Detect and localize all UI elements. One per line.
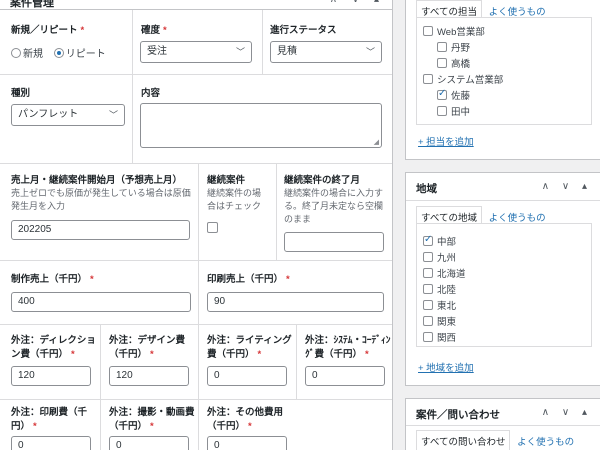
resize-grip-icon[interactable]: ◢ (374, 138, 379, 146)
add-region-link[interactable]: + 地域を追加 (418, 360, 474, 374)
out-photo-input[interactable]: 0 (109, 436, 189, 450)
out-other-input[interactable]: 0 (207, 436, 287, 450)
add-staff-link[interactable]: + 担当を追加 (418, 134, 474, 148)
continuing-end-desc: 継続案件の場合に入力する。終了月未定なら空欄のまま (284, 188, 384, 224)
out-print-label: 外注：印刷費（千 円） * (11, 407, 88, 432)
out-writing-label: 外注：ライティング 費（千円） * (207, 335, 292, 360)
sales-start-input[interactable]: 202205 (11, 220, 190, 240)
region-controls[interactable]: ∧ ∨ ▴ (542, 181, 592, 192)
kind-select[interactable]: パンフレット ﹀ (11, 104, 125, 126)
inquiry-tabs: すべての問い合わせ よく使うもの (416, 430, 578, 450)
chevron-down-icon: ﹀ (365, 47, 375, 57)
inquiry-controls[interactable]: ∧ ∨ ▴ (542, 407, 592, 418)
staff-list: Web営業部 丹野 高橋 システム営業部 佐藤 田中 (416, 17, 592, 125)
radio-repeat[interactable]: リピート (53, 48, 106, 60)
radio-new[interactable]: 新規 (11, 48, 43, 60)
out-photo-label: 外注：撮影・動画費 （千円） * (109, 407, 195, 432)
list-item[interactable]: 関東 (423, 314, 456, 328)
chevron-down-icon: ﹀ (235, 47, 245, 57)
region-list: 中部 九州 北海道 北陸 東北 関東 関西 (416, 223, 592, 347)
continuing-end-label: 継続案件の終了月 (284, 175, 361, 186)
kind-label: 種別 (11, 88, 31, 99)
new-repeat-radio-group: 新規 リピート (11, 45, 106, 60)
continuing-desc: 継続案件の場合はチェック (207, 188, 262, 211)
out-system-input[interactable]: 0 (305, 366, 385, 386)
out-print-input[interactable]: 0 (11, 436, 91, 450)
list-item[interactable]: 高橋 (437, 56, 470, 70)
inquiry-title: 案件／問い合わせ (416, 409, 500, 421)
list-item[interactable]: 九州 (423, 250, 456, 264)
certainty-select[interactable]: 受注 ﹀ (140, 41, 252, 63)
list-item[interactable]: 北海道 (423, 266, 466, 280)
out-design-label: 外注：デザイン費 （千円） * (109, 335, 186, 360)
chevron-down-icon: ﹀ (108, 110, 118, 120)
content-textarea[interactable]: ◢ (140, 103, 382, 148)
new-repeat-label: 新規／リピート * (11, 25, 85, 36)
list-item[interactable]: システム営業部 (423, 72, 503, 86)
out-direction-label: 外注：ディレクショ ン費（千円） * (11, 335, 96, 360)
tab-all-inquiry[interactable]: すべての問い合わせ (416, 430, 511, 450)
region-title: 地域 (416, 183, 437, 195)
sales-start-desc: 売上ゼロでも原価が発生している場合は原価発生月を入力 (11, 188, 191, 211)
list-item[interactable]: 東北 (423, 298, 456, 312)
print-sales-input[interactable]: 90 (207, 292, 384, 312)
out-other-label: 外注：その他費用 （千円） * (207, 407, 284, 432)
out-design-input[interactable]: 120 (109, 366, 189, 386)
content-label: 内容 (141, 88, 161, 99)
sales-start-label: 売上月・継続案件開始月（予想売上月） (11, 175, 183, 186)
panel-controls[interactable]: ∧ ∨ ▴ (330, 0, 385, 5)
continuing-checkbox[interactable] (207, 222, 218, 233)
progress-status-select[interactable]: 見積 ﹀ (270, 41, 382, 63)
panel-title: 案件管理 (10, 0, 54, 9)
list-item[interactable]: 佐藤 (437, 88, 470, 102)
continuing-end-input[interactable] (284, 232, 384, 252)
panel-header: 案件管理 ∧ ∨ ▴ (0, 0, 392, 10)
out-direction-input[interactable]: 120 (11, 366, 91, 386)
list-item[interactable]: 中部 (423, 234, 456, 248)
out-system-label: 外注：ｼｽﾃﾑ・ｺｰﾃﾞｨﾝ ｸﾞ費（千円） * (305, 335, 391, 360)
list-item[interactable]: 北陸 (423, 282, 456, 296)
staff-box: すべての担当 よく使うもの Web営業部 丹野 高橋 システム営業部 佐藤 田中… (405, 0, 600, 160)
list-item[interactable]: 丹野 (437, 40, 470, 54)
list-item[interactable]: 田中 (437, 104, 470, 118)
production-sales-input[interactable]: 400 (11, 292, 191, 312)
progress-status-label: 進行ステータス (270, 25, 337, 36)
certainty-label: 確度 * (141, 25, 167, 36)
list-item[interactable]: Web営業部 (423, 24, 485, 38)
print-sales-label: 印刷売上（千円） * (207, 274, 290, 285)
list-item[interactable]: 関西 (423, 330, 456, 344)
out-writing-input[interactable]: 0 (207, 366, 287, 386)
inquiry-box: 案件／問い合わせ ∧ ∨ ▴ すべての問い合わせ よく使うもの (405, 398, 600, 450)
project-management-panel: 案件管理 ∧ ∨ ▴ 新規／リピート* 新規 リピート 確度* 受注﹀ 進行ステ… (0, 0, 393, 450)
tab-common-inquiry[interactable]: よく使うもの (513, 431, 578, 450)
production-sales-label: 制作売上（千円） * (11, 274, 94, 285)
continuing-label: 継続案件 (207, 175, 246, 186)
region-box: 地域 ∧ ∨ ▴ すべての地域 よく使うもの 中部 九州 北海道 北陸 東北 関… (405, 172, 600, 386)
